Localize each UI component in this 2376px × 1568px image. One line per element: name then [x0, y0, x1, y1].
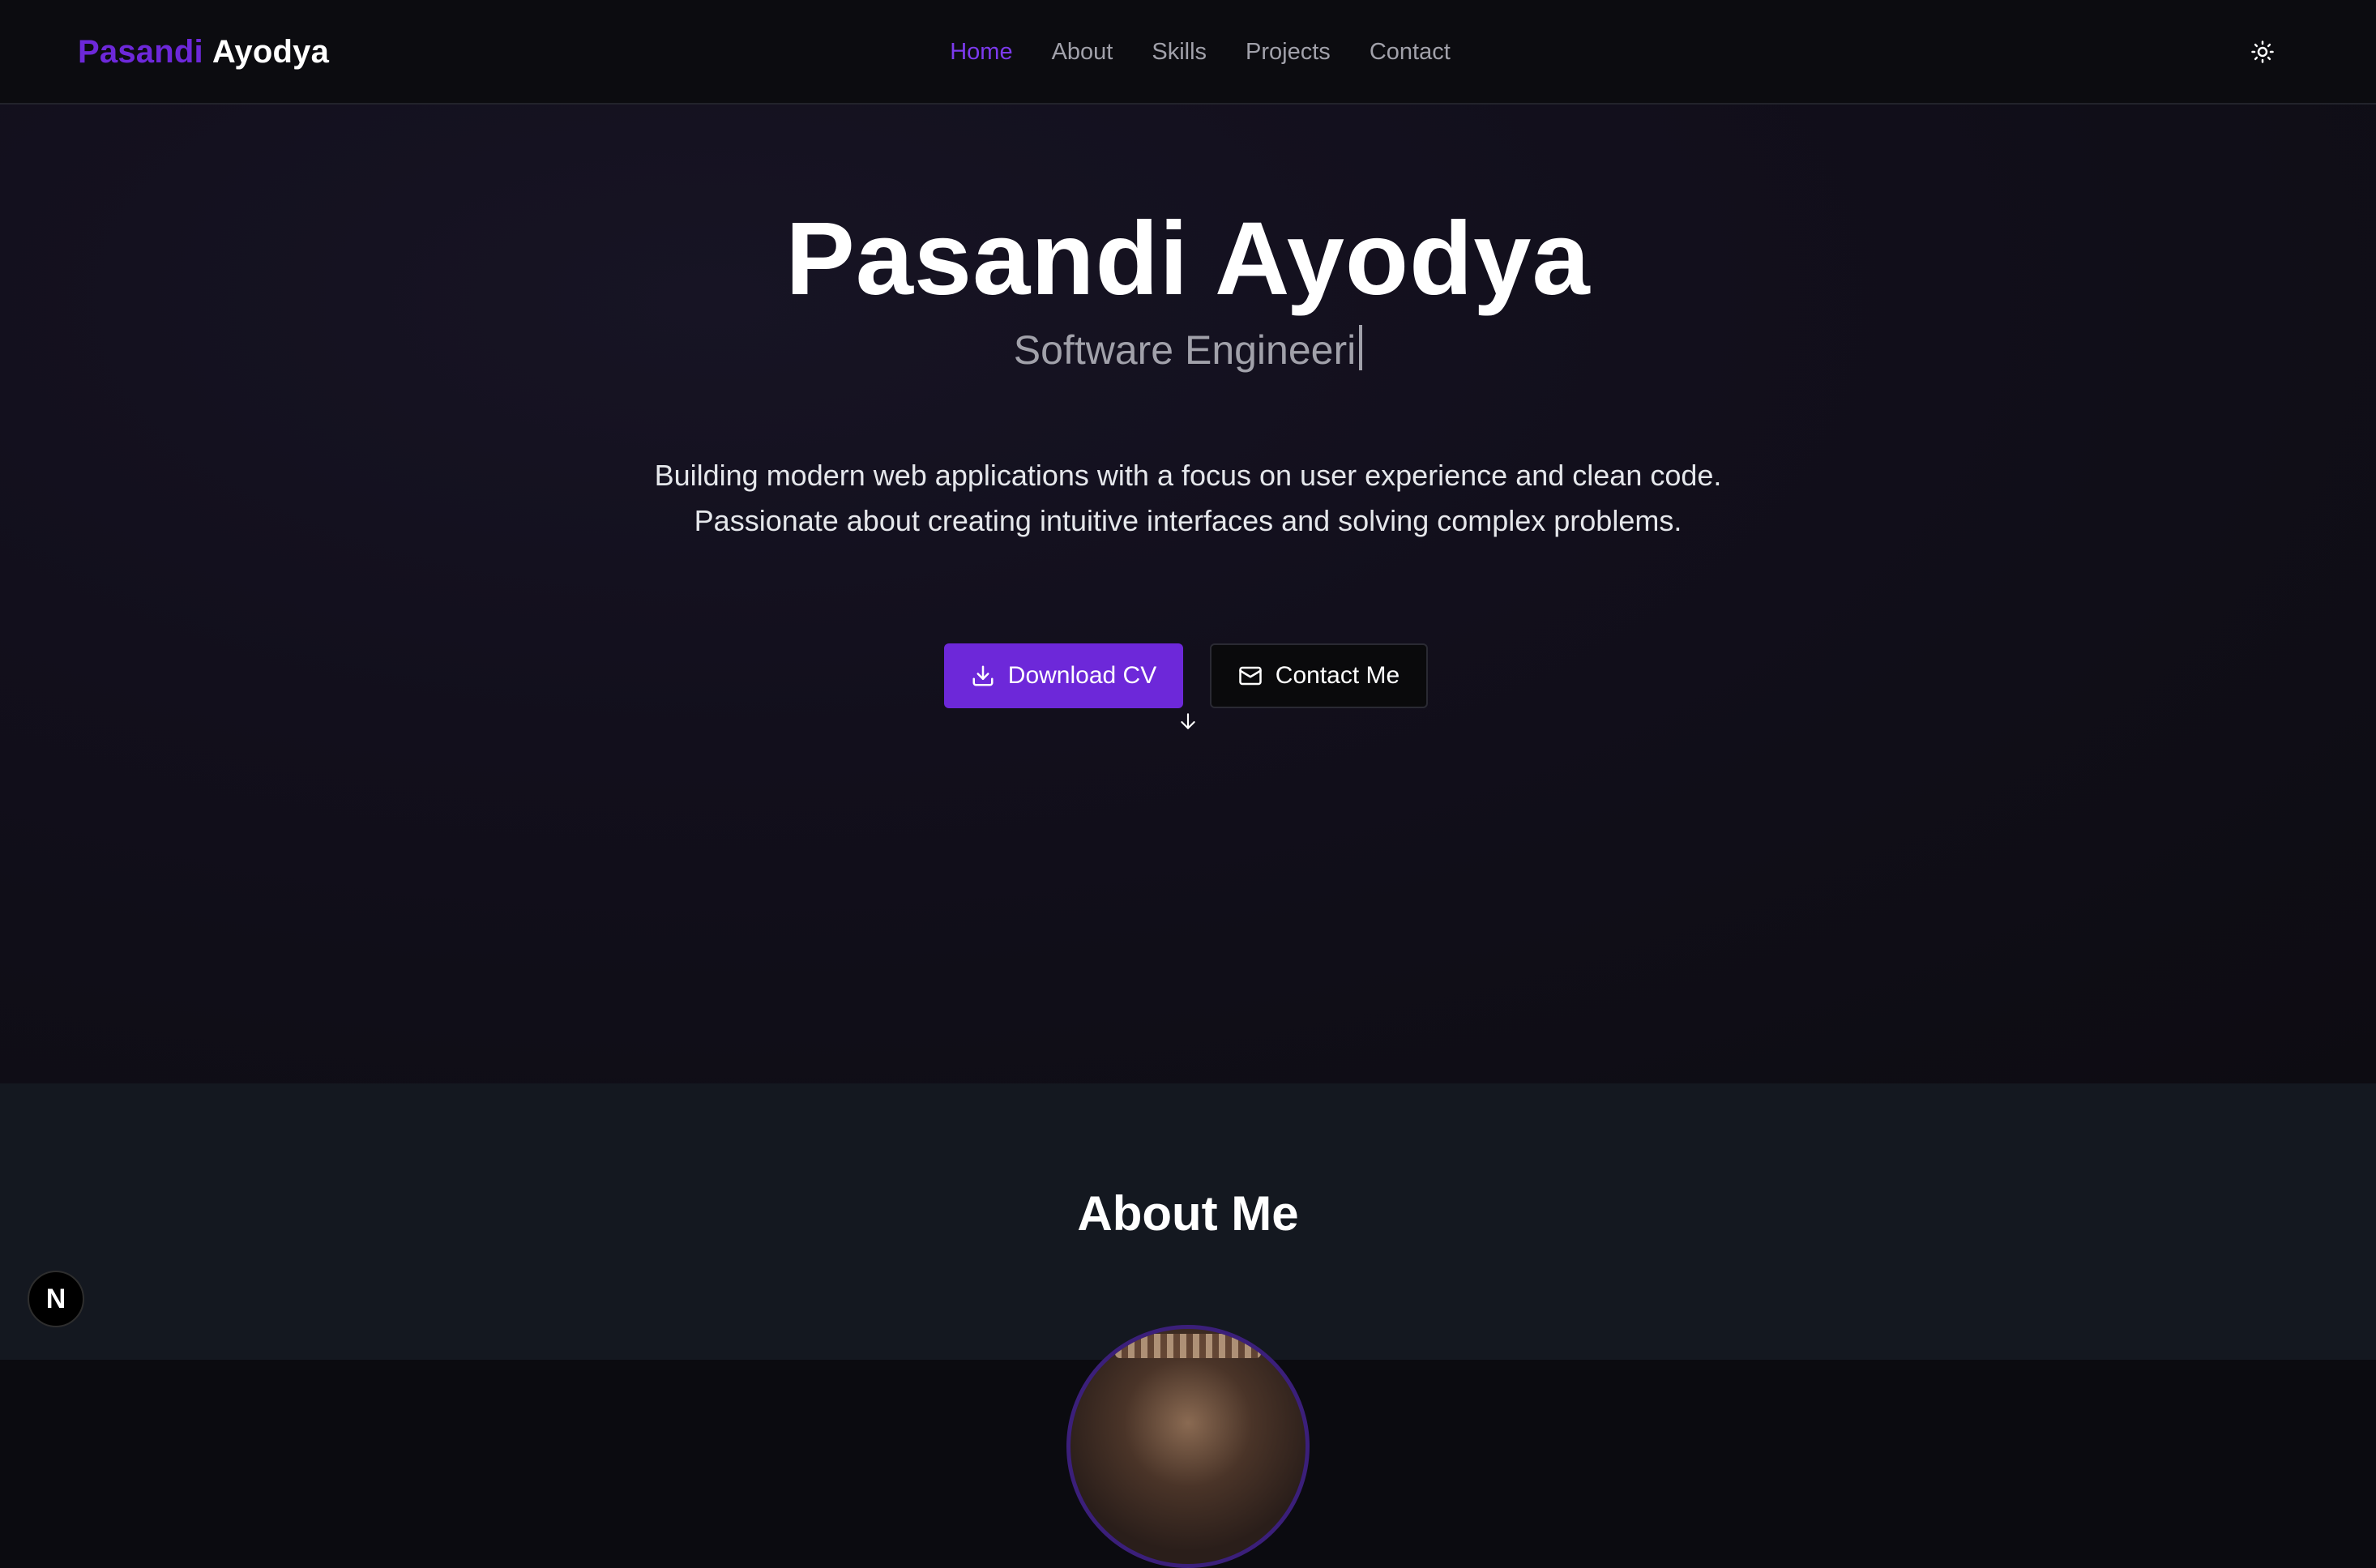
theme-toggle-button[interactable] — [2246, 36, 2279, 68]
nav-link-projects[interactable]: Projects — [1226, 39, 1350, 66]
arrow-down-icon — [1181, 713, 1195, 729]
hero-name: Pasandi Ayodya — [785, 201, 1591, 317]
nav-link-skills[interactable]: Skills — [1132, 39, 1226, 66]
download-cv-label: Download CV — [1007, 662, 1157, 689]
typing-cursor — [1359, 325, 1363, 370]
sun-icon — [2251, 41, 2274, 63]
hero-role-text: Software Engineeri — [1013, 327, 1357, 373]
hero-role-typewriter: Software Engineeri — [0, 323, 2376, 377]
hero-description: Building modern web applications with a … — [654, 459, 1722, 537]
nav-link-home[interactable]: Home — [930, 39, 1032, 66]
contact-me-label: Contact Me — [1275, 662, 1400, 689]
hero-section: Pasandi Ayodya Software Engineeri Buildi… — [0, 105, 2376, 1083]
main-nav: Home About Skills Projects Contact — [0, 0, 2376, 104]
about-section: About Me — [0, 1083, 2376, 1568]
navbar: Pasandi Ayodya Home About Skills Project… — [0, 0, 2376, 105]
mail-icon — [1239, 666, 1262, 686]
scroll-down-button[interactable] — [1177, 709, 1199, 733]
nav-link-about[interactable]: About — [1032, 39, 1133, 66]
profile-avatar — [1066, 1325, 1310, 1568]
avatar-photo-detail — [1115, 1334, 1261, 1358]
contact-me-button[interactable]: Contact Me — [1210, 643, 1428, 708]
about-title: About Me — [1077, 1186, 1299, 1241]
nextjs-dev-badge[interactable]: N — [28, 1271, 84, 1327]
nav-link-contact[interactable]: Contact — [1350, 39, 1470, 66]
nextjs-badge-label: N — [45, 1283, 66, 1314]
download-cv-button[interactable]: Download CV — [944, 643, 1183, 708]
download-icon — [972, 665, 994, 686]
